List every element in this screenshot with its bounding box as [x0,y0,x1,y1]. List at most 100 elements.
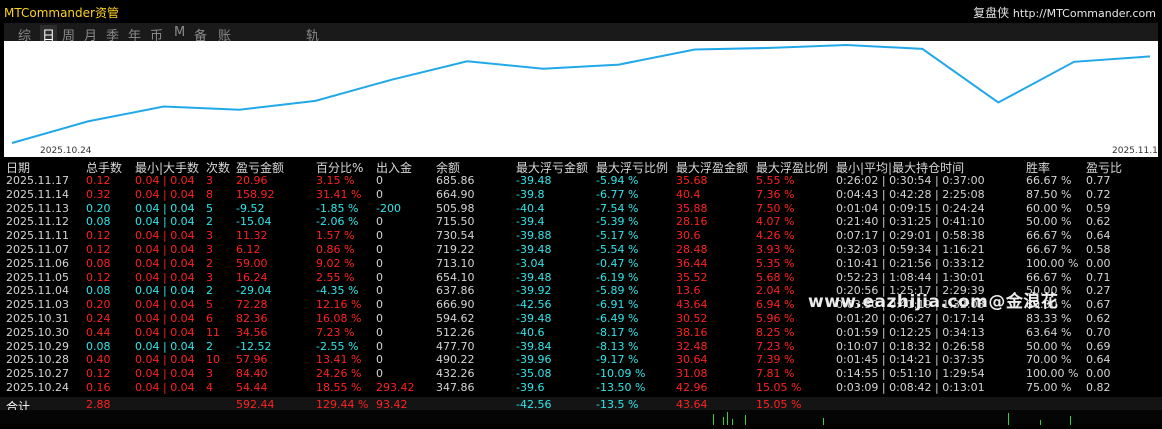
cell-maxprofitpct: 7.36 % [756,187,795,201]
cell-date: 2025.11.07 [6,242,69,256]
table-row[interactable]: 2025.10.24 0.16 0.04 | 0.04 4 54.44 18.55 % 29… [0,381,1162,395]
cell-date: 2025.11.13 [6,201,69,215]
cell-flow: 0 [376,174,383,187]
table-row[interactable]: 2025.11.13 0.20 0.04 | 0.04 5 -9.52 -1.85 % -2… [0,202,1162,216]
cell-maxprofitpct: 5.35 % [756,256,795,270]
table-row[interactable]: 2025.11.17 0.12 0.04 | 0.04 3 20.96 3.15 % 0 68… [0,174,1162,188]
cell-pnl: 34.56 [236,325,268,339]
cell-flow: 0 [376,284,383,298]
table-row[interactable]: 2025.11.14 0.32 0.04 | 0.04 8 158.92 31.41 % 0… [0,188,1162,202]
cell-maxprofit: 42.96 [676,380,708,394]
cell-balance: 666.90 [436,298,475,312]
table-row[interactable]: 2025.11.12 0.08 0.04 | 0.04 2 -15.04 -2.06 % 0… [0,215,1162,229]
cell-flow: 0 [376,270,383,284]
cell-maxlosspct: -10.09 % [596,367,646,381]
cell-maxprofit: 35.52 [676,270,708,284]
cell-minmax: 0.04 | 0.04 [135,201,195,215]
cell-flow: 0 [376,339,383,353]
cell-date: 2025.10.29 [6,339,69,353]
volume-bar [713,414,714,425]
volume-bar [1040,420,1041,425]
cell-pnl: -29.04 [236,284,272,298]
cell-maxlosspct: -6.91 % [596,298,639,312]
bottom-strip [0,410,1162,425]
cell-maxprofitpct: 5.68 % [756,270,795,284]
cell-balance: 347.86 [436,380,475,394]
cell-pnl: 57.96 [236,353,268,367]
cell-ratio: 0.67 [1086,298,1111,312]
cell-balance: 685.86 [436,174,475,187]
cell-maxloss: -3.04 [516,256,545,270]
cell-maxloss: -39.92 [516,284,552,298]
title-bar: MTCommander资管 复盘侠 http://MTCommander.com [0,0,1162,22]
cell-date: 2025.11.06 [6,256,69,270]
cell-balance: 477.70 [436,339,475,353]
cell-count: 3 [206,367,213,381]
volume-bar [732,419,733,425]
cell-maxprofit: 30.64 [676,353,708,367]
tab-7[interactable]: M [174,25,185,40]
cell-maxloss: -40.4 [516,201,545,215]
cell-ratio: 0.77 [1086,174,1111,187]
table-row[interactable]: 2025.11.07 0.12 0.04 | 0.04 3 6.12 0.86 % 0 719… [0,243,1162,257]
brand-url[interactable]: http://MTCommander.com [1013,7,1156,20]
cell-balance: 432.26 [436,367,475,381]
cell-holdtime: 0:01:20 | 0:06:27 | 0:17:14 [836,311,985,325]
cell-count: 6 [206,311,213,325]
cell-maxprofitpct: 8.25 % [756,325,795,339]
cell-lots: 0.24 [86,311,111,325]
table-row[interactable]: 2025.10.30 0.44 0.04 | 0.04 11 34.56 7.23 % 0 5… [0,326,1162,340]
cell-maxlosspct: -5.17 % [596,229,639,243]
cell-count: 2 [206,284,213,298]
chart-plot-area [4,41,1158,157]
cell-maxprofitpct: 3.93 % [756,242,795,256]
cell-balance: 730.54 [436,229,475,243]
table-row[interactable]: 2025.10.27 0.12 0.04 | 0.04 3 84.40 24.26 % 0 4… [0,367,1162,381]
cell-maxprofitpct: 2.04 % [756,284,795,298]
cell-maxprofit: 30.6 [676,229,701,243]
cell-pnl: 84.40 [236,367,268,381]
cell-winrate: 50.00 % [1026,215,1072,229]
cell-lots: 0.12 [86,229,111,243]
table-row[interactable]: 2025.11.05 0.12 0.04 | 0.04 3 16.24 2.55 % 0 65… [0,271,1162,285]
app-title: MTCommander资管 [4,6,119,20]
cell-date: 2025.10.27 [6,367,69,381]
table-row[interactable]: 2025.10.28 0.40 0.04 | 0.04 10 57.96 13.41 % 0… [0,353,1162,367]
cell-winrate: 60.00 % [1026,201,1072,215]
cell-holdtime: 0:03:09 | 0:08:42 | 0:13:01 [836,380,985,394]
cell-maxlosspct: -5.54 % [596,242,639,256]
cell-maxlosspct: -8.17 % [596,325,639,339]
table-row[interactable]: 2025.10.31 0.24 0.04 | 0.04 6 82.36 16.08 % 0 5… [0,312,1162,326]
table-row[interactable]: 2025.10.29 0.08 0.04 | 0.04 2 -12.52 -2.55 % 0… [0,340,1162,354]
cell-pct: -2.06 % [316,215,359,229]
cell-holdtime: 0:04:43 | 0:42:28 | 2:25:08 [836,187,985,201]
cell-balance: 594.62 [436,311,475,325]
cell-ratio: 0.64 [1086,353,1111,367]
cell-pnl: 16.24 [236,270,268,284]
app-window: MTCommander资管 复盘侠 http://MTCommander.com… [0,0,1162,425]
cell-lots: 0.08 [86,339,111,353]
cell-maxprofitpct: 7.50 % [756,201,795,215]
cell-balance: 664.90 [436,187,475,201]
cell-date: 2025.11.03 [6,298,69,312]
cell-minmax: 0.04 | 0.04 [135,339,195,353]
cell-flow: 0 [376,242,383,256]
table-row[interactable]: 2025.11.11 0.12 0.04 | 0.04 3 11.32 1.57 % 0 73… [0,229,1162,243]
brand-link[interactable]: 复盘侠 http://MTCommander.com [973,4,1156,21]
cell-count: 3 [206,242,213,256]
cell-maxloss: -39.96 [516,353,552,367]
watermark: www.eazhijia.com@金浪花 [808,292,1059,312]
cell-maxloss: -42.56 [516,298,552,312]
cell-maxloss: -39.84 [516,339,552,353]
cell-minmax: 0.04 | 0.04 [135,242,195,256]
cell-pnl: 82.36 [236,311,268,325]
cell-pct: 16.08 % [316,311,362,325]
cell-pct: 24.26 % [316,367,362,381]
cell-balance: 713.10 [436,256,475,270]
cell-pct: 3.15 % [316,174,355,187]
cell-lots: 0.12 [86,242,111,256]
cell-flow: 0 [376,353,383,367]
cell-date: 2025.10.28 [6,353,69,367]
table-row[interactable]: 2025.11.06 0.08 0.04 | 0.04 2 59.00 9.02 % 0 71… [0,257,1162,271]
cell-maxloss: -39.8 [516,187,545,201]
